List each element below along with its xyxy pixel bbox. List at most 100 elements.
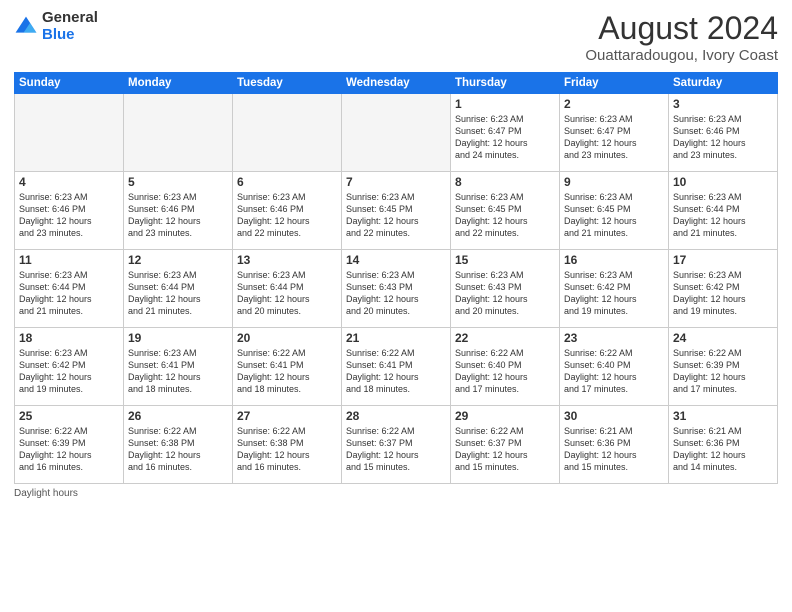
day-info: Sunrise: 6:23 AMSunset: 6:42 PMDaylight:… (564, 269, 664, 318)
day-cell-31: 28Sunrise: 6:22 AMSunset: 6:37 PMDayligh… (342, 406, 451, 484)
day-number: 5 (128, 175, 228, 189)
calendar-body: 1 Sunrise: 6:23 AMSunset: 6:47 PMDaylight… (15, 94, 778, 484)
day-info: Sunrise: 6:23 AMSunset: 6:45 PMDaylight:… (455, 191, 555, 240)
col-tuesday: Tuesday (233, 73, 342, 94)
day-cell-34: 31 Sunrise: 6:21 AMSunset: 6:36 PMDayligh… (669, 406, 778, 484)
day-cell-29: 26Sunrise: 6:22 AMSunset: 6:38 PMDayligh… (124, 406, 233, 484)
day-info: Sunrise: 6:23 AMSunset: 6:44 PMDaylight:… (673, 191, 773, 240)
day-cell-30: 27Sunrise: 6:22 AMSunset: 6:38 PMDayligh… (233, 406, 342, 484)
day-number: 27 (237, 409, 337, 423)
day-cell-5: 2Sunrise: 6:23 AMSunset: 6:47 PMDaylight… (560, 94, 669, 172)
day-number: 28 (346, 409, 446, 423)
day-number: 3 (673, 97, 773, 111)
day-cell-7: 4 Sunrise: 6:23 AMSunset: 6:46 PMDaylight… (15, 172, 124, 250)
day-cell-6: 3 Sunrise: 6:23 AMSunset: 6:46 PMDaylight… (669, 94, 778, 172)
calendar-subtitle: Ouattaradougou, Ivory Coast (585, 47, 778, 64)
day-number: 16 (564, 253, 664, 267)
header-row: Sunday Monday Tuesday Wednesday Thursday… (15, 73, 778, 94)
day-info: Sunrise: 6:21 AMSunset: 6:36 PMDaylight:… (564, 425, 664, 474)
day-number: 9 (564, 175, 664, 189)
day-cell-1 (124, 94, 233, 172)
day-number: 2 (564, 97, 664, 111)
week-row-4: 25 Sunrise: 6:22 AMSunset: 6:39 PMDayligh… (15, 406, 778, 484)
day-number: 4 (19, 175, 119, 189)
day-cell-11: 8 Sunrise: 6:23 AMSunset: 6:45 PMDaylight… (451, 172, 560, 250)
day-info: Sunrise: 6:23 AMSunset: 6:43 PMDaylight:… (455, 269, 555, 318)
day-number: 1 (455, 97, 555, 111)
day-info: Sunrise: 6:23 AMSunset: 6:42 PMDaylight:… (673, 269, 773, 318)
logo: General Blue (14, 10, 98, 43)
day-info: Sunrise: 6:22 AMSunset: 6:38 PMDaylight:… (128, 425, 228, 474)
logo-icon (14, 15, 38, 39)
day-cell-12: 9Sunrise: 6:23 AMSunset: 6:45 PMDaylight… (560, 172, 669, 250)
day-info: Sunrise: 6:22 AMSunset: 6:39 PMDaylight:… (19, 425, 119, 474)
day-cell-24: 21 Sunrise: 6:22 AMSunset: 6:41 PMDayligh… (342, 328, 451, 406)
day-info: Sunrise: 6:23 AMSunset: 6:46 PMDaylight:… (128, 191, 228, 240)
day-info: Sunrise: 6:23 AMSunset: 6:44 PMDaylight:… (128, 269, 228, 318)
day-cell-20: 17 Sunrise: 6:23 AMSunset: 6:42 PMDayligh… (669, 250, 778, 328)
day-info: Sunrise: 6:23 AMSunset: 6:46 PMDaylight:… (673, 113, 773, 162)
day-cell-22: 19Sunrise: 6:23 AMSunset: 6:41 PMDayligh… (124, 328, 233, 406)
day-info: Sunrise: 6:22 AMSunset: 6:41 PMDaylight:… (346, 347, 446, 396)
day-info: Sunrise: 6:22 AMSunset: 6:40 PMDaylight:… (455, 347, 555, 396)
col-saturday: Saturday (669, 73, 778, 94)
col-wednesday: Wednesday (342, 73, 451, 94)
day-cell-3 (342, 94, 451, 172)
week-row-2: 11 Sunrise: 6:23 AMSunset: 6:44 PMDayligh… (15, 250, 778, 328)
logo-text: General Blue (42, 10, 98, 43)
day-number: 6 (237, 175, 337, 189)
day-number: 31 (673, 409, 773, 423)
day-info: Sunrise: 6:22 AMSunset: 6:41 PMDaylight:… (237, 347, 337, 396)
day-number: 8 (455, 175, 555, 189)
day-cell-2 (233, 94, 342, 172)
day-cell-4: 1 Sunrise: 6:23 AMSunset: 6:47 PMDaylight… (451, 94, 560, 172)
daylight-label: Daylight hours (14, 488, 778, 499)
day-cell-8: 5 Sunrise: 6:23 AMSunset: 6:46 PMDaylight… (124, 172, 233, 250)
header: General Blue August 2024 Ouattaradougou,… (14, 10, 778, 64)
day-info: Sunrise: 6:23 AMSunset: 6:44 PMDaylight:… (19, 269, 119, 318)
day-number: 10 (673, 175, 773, 189)
day-cell-32: 29 Sunrise: 6:22 AMSunset: 6:37 PMDayligh… (451, 406, 560, 484)
day-cell-23: 20 Sunrise: 6:22 AMSunset: 6:41 PMDayligh… (233, 328, 342, 406)
day-cell-9: 6Sunrise: 6:23 AMSunset: 6:46 PMDaylight… (233, 172, 342, 250)
week-row-3: 18Sunrise: 6:23 AMSunset: 6:42 PMDayligh… (15, 328, 778, 406)
day-number: 19 (128, 331, 228, 345)
day-number: 25 (19, 409, 119, 423)
day-info: Sunrise: 6:21 AMSunset: 6:36 PMDaylight:… (673, 425, 773, 474)
page: General Blue August 2024 Ouattaradougou,… (0, 0, 792, 612)
day-number: 11 (19, 253, 119, 267)
day-number: 20 (237, 331, 337, 345)
day-cell-25: 22Sunrise: 6:22 AMSunset: 6:40 PMDayligh… (451, 328, 560, 406)
day-cell-0 (15, 94, 124, 172)
day-info: Sunrise: 6:22 AMSunset: 6:39 PMDaylight:… (673, 347, 773, 396)
day-number: 17 (673, 253, 773, 267)
day-number: 29 (455, 409, 555, 423)
day-number: 12 (128, 253, 228, 267)
day-number: 14 (346, 253, 446, 267)
logo-blue: Blue (42, 27, 98, 44)
day-cell-26: 23Sunrise: 6:22 AMSunset: 6:40 PMDayligh… (560, 328, 669, 406)
day-number: 15 (455, 253, 555, 267)
day-cell-10: 7Sunrise: 6:23 AMSunset: 6:45 PMDaylight… (342, 172, 451, 250)
calendar-table: Sunday Monday Tuesday Wednesday Thursday… (14, 72, 778, 484)
day-info: Sunrise: 6:23 AMSunset: 6:47 PMDaylight:… (455, 113, 555, 162)
day-number: 30 (564, 409, 664, 423)
day-info: Sunrise: 6:23 AMSunset: 6:45 PMDaylight:… (346, 191, 446, 240)
day-cell-21: 18Sunrise: 6:23 AMSunset: 6:42 PMDayligh… (15, 328, 124, 406)
day-cell-17: 14Sunrise: 6:23 AMSunset: 6:43 PMDayligh… (342, 250, 451, 328)
col-thursday: Thursday (451, 73, 560, 94)
day-number: 18 (19, 331, 119, 345)
day-number: 13 (237, 253, 337, 267)
day-cell-18: 15 Sunrise: 6:23 AMSunset: 6:43 PMDayligh… (451, 250, 560, 328)
day-cell-19: 16 Sunrise: 6:23 AMSunset: 6:42 PMDayligh… (560, 250, 669, 328)
col-sunday: Sunday (15, 73, 124, 94)
day-cell-15: 12 Sunrise: 6:23 AMSunset: 6:44 PMDayligh… (124, 250, 233, 328)
title-block: August 2024 Ouattaradougou, Ivory Coast (585, 10, 778, 64)
day-cell-33: 30 Sunrise: 6:21 AMSunset: 6:36 PMDayligh… (560, 406, 669, 484)
day-info: Sunrise: 6:23 AMSunset: 6:46 PMDaylight:… (19, 191, 119, 240)
day-info: Sunrise: 6:22 AMSunset: 6:40 PMDaylight:… (564, 347, 664, 396)
day-cell-14: 11 Sunrise: 6:23 AMSunset: 6:44 PMDayligh… (15, 250, 124, 328)
day-number: 21 (346, 331, 446, 345)
day-info: Sunrise: 6:22 AMSunset: 6:37 PMDaylight:… (455, 425, 555, 474)
day-info: Sunrise: 6:23 AMSunset: 6:44 PMDaylight:… (237, 269, 337, 318)
